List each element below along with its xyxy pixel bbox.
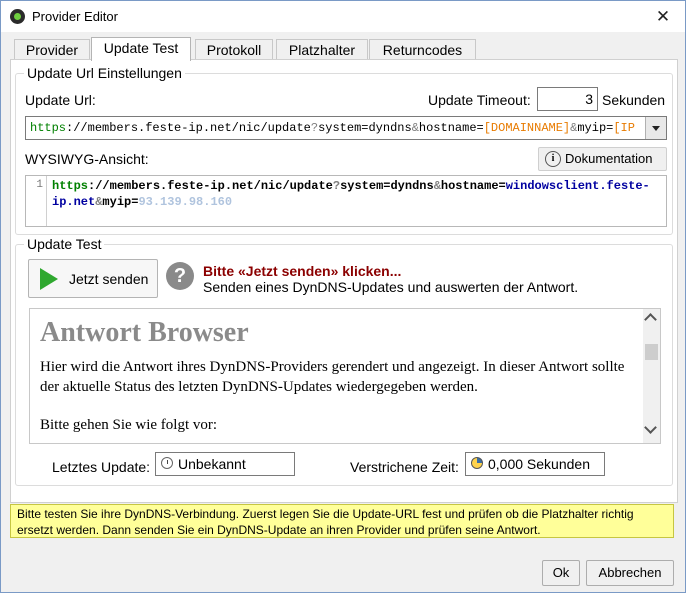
update-url-text: https://members.feste-ip.net/nic/update?… [30,121,635,135]
url-segment: myip [102,195,132,209]
timeout-unit: Sekunden [602,92,666,108]
tab-update-test[interactable]: Update Test [91,37,191,61]
last-update-value: Unbekannt [178,456,246,472]
url-segment: & [411,121,419,135]
update-test-panel: Update Url Einstellungen Update Url: Upd… [10,59,678,503]
provider-editor-window: Provider Editor ✕ Provider Update Test P… [0,0,686,593]
hint-box: Bitte testen Sie ihre DynDNS-Verbindung.… [10,504,674,538]
title-bar: Provider Editor ✕ [1,1,685,32]
url-segment: ? [332,179,341,193]
update-test-group: Update Test Jetzt senden ? Bitte «Jetzt … [15,236,673,486]
tab-platzhalter[interactable]: Platzhalter [276,39,368,60]
url-segment: ip.net [52,195,96,209]
url-segment: [DOMAINNAME] [483,121,571,135]
browser-paragraph: Hier wird die Antwort ihres DynDNS-Provi… [40,359,625,395]
prompt-subtitle: Senden eines DynDNS-Updates und auswerte… [203,279,579,295]
stopwatch-icon [471,457,483,469]
elapsed-label: Verstrichene Zeit: [350,459,459,475]
chevron-down-icon[interactable] [645,117,666,139]
url-segment: dyndns [368,121,412,135]
update-test-title: Update Test [24,236,105,252]
tab-provider[interactable]: Provider [14,39,90,60]
preview-line-1: https://members.feste-ip.net/nic/update?… [52,179,650,193]
last-update-label: Letztes Update: [52,459,151,475]
prompt-title: Bitte «Jetzt senden» klicken... [203,263,402,279]
url-segment: ://members.feste-ip.net/nic/update [88,179,333,193]
last-update-field: Unbekannt [155,452,295,476]
timeout-input[interactable]: 3 [537,87,598,111]
ok-button[interactable]: Ok [542,560,580,586]
tab-protokoll[interactable]: Protokoll [195,39,273,60]
url-segment: [IP [613,121,635,135]
help-icon: ? [166,262,194,290]
url-segment: hostname [440,179,499,193]
url-segment: = [476,121,484,135]
cancel-button[interactable]: Abbrechen [586,560,674,586]
update-url-combobox[interactable]: https://members.feste-ip.net/nic/update?… [25,116,667,140]
chevron-down-icon[interactable] [644,421,657,434]
url-segment: system [340,179,384,193]
response-browser[interactable]: Antwort Browser Hier wird die Antwort ih… [29,308,661,444]
url-segment: https [52,179,89,193]
url-segment: & [433,179,441,193]
url-segment: dyndns [390,179,434,193]
url-segment: https [30,121,67,135]
line-number: 1 [36,179,43,191]
browser-scrollbar[interactable] [643,309,660,443]
url-segment: ? [310,121,319,135]
browser-paragraph-2: Bitte gehen Sie wie folgt vor: [40,417,218,433]
send-now-label: Jetzt senden [69,271,149,287]
line-gutter: 1 [26,176,47,226]
elapsed-field: 0,000 Sekunden [465,452,605,476]
info-icon: i [545,151,561,167]
play-icon [40,268,58,290]
wysiwyg-label: WYSIWYG-Ansicht: [25,151,149,167]
preview-line-2: ip.net&myip=93.139.98.160 [52,195,232,209]
url-segment: windowsclient.feste- [505,179,650,193]
url-segment: system [318,121,362,135]
wysiwyg-preview[interactable]: 1 https://members.feste-ip.net/nic/updat… [25,175,667,227]
url-segment: myip [577,121,607,135]
url-segment: = [498,179,506,193]
scrollbar-thumb[interactable] [645,344,658,360]
window-title: Provider Editor [32,9,118,24]
close-button[interactable]: ✕ [641,1,685,32]
url-segment: hostname [418,121,477,135]
app-logo-icon [10,9,25,24]
clock-icon [161,457,173,469]
url-settings-title: Update Url Einstellungen [24,65,185,81]
browser-heading: Antwort Browser [40,317,249,348]
url-settings-group: Update Url Einstellungen Update Url: Upd… [15,65,673,235]
tab-returncodes[interactable]: Returncodes [369,39,476,60]
url-segment: ://members.feste-ip.net/nic/update [66,121,311,135]
timeout-value: 3 [585,91,593,107]
update-url-label: Update Url: [25,92,96,108]
documentation-button[interactable]: i Dokumentation [538,147,667,171]
send-now-button[interactable]: Jetzt senden [28,259,158,298]
elapsed-value: 0,000 Sekunden [488,456,590,472]
timeout-label: Update Timeout: [428,92,531,108]
chevron-up-icon[interactable] [644,313,657,326]
url-segment: 93.139.98.160 [138,195,233,209]
response-content: Antwort Browser Hier wird die Antwort ih… [40,317,638,435]
documentation-label: Dokumentation [565,151,653,166]
